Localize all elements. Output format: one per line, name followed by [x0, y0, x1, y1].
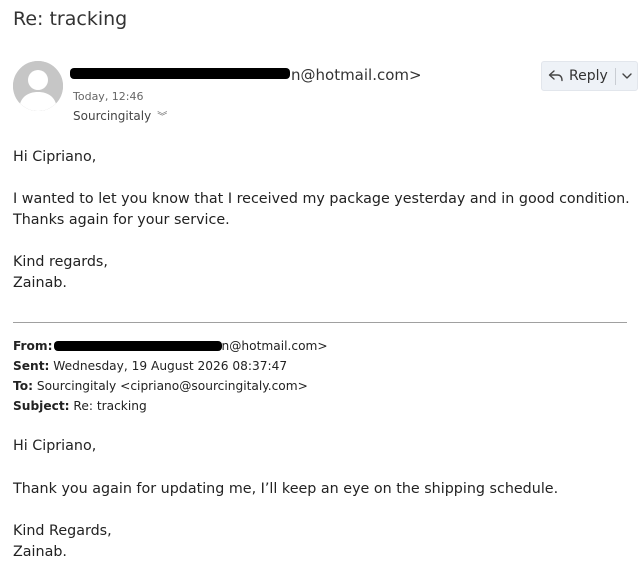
quote-divider [13, 322, 627, 323]
redaction-bar [53, 340, 222, 351]
body-line-1: I wanted to let you know that I received… [13, 191, 630, 207]
reply-arrow-icon[interactable] [548, 68, 564, 88]
email-subject: Re: tracking [13, 8, 128, 30]
quoted-to-value: Sourcingitaly <cipriano@sourcingitaly.co… [36, 379, 308, 393]
reply-button-group[interactable]: Reply [541, 61, 638, 91]
quoted-from-line: From: n@hotmail.com> [13, 337, 328, 355]
recipient-line[interactable]: Sourcingitaly ︾ [73, 108, 167, 123]
body-line-2: Thanks again for your service. [13, 212, 230, 228]
quoted-to-label: To: [13, 379, 33, 393]
quoted-to-line: To: Sourcingitaly <cipriano@sourcingital… [13, 377, 308, 395]
quoted-subject-label: Subject: [13, 399, 70, 413]
sender-avatar [13, 61, 63, 111]
quoted-subject-line: Subject: Re: tracking [13, 397, 147, 415]
quoted-subject-value: Re: tracking [73, 399, 147, 413]
sender-address[interactable]: n@hotmail.com> [70, 66, 422, 84]
quoted-sent-value: Wednesday, 19 August 2026 08:37:47 [53, 359, 288, 373]
quoted-greeting: Hi Cipriano, [13, 438, 97, 454]
quoted-body-line-1: Thank you again for updating me, I’ll ke… [13, 481, 559, 497]
person-avatar-icon [13, 61, 63, 111]
recipient-name: Sourcingitaly [73, 109, 152, 123]
quoted-signature: Zainab. [13, 544, 67, 560]
quoted-from-label: From: [13, 339, 53, 353]
body-signature: Zainab. [13, 275, 67, 291]
quoted-sent-line: Sent: Wednesday, 19 August 2026 08:37:47 [13, 357, 287, 375]
reply-divider [615, 68, 616, 85]
reply-button[interactable]: Reply [569, 68, 608, 84]
quoted-from-value: n@hotmail.com> [221, 339, 328, 353]
body-closing: Kind regards, [13, 254, 108, 270]
message-date: Today, 12:46 [73, 90, 144, 103]
body-greeting: Hi Cipriano, [13, 149, 97, 165]
sender-email-suffix: n@hotmail.com> [291, 66, 422, 84]
chevron-down-icon[interactable] [621, 70, 633, 86]
redaction-bar [70, 68, 290, 79]
double-chevron-down-icon[interactable]: ︾ [157, 112, 167, 123]
quoted-sent-label: Sent: [13, 359, 50, 373]
quoted-closing: Kind Regards, [13, 523, 112, 539]
